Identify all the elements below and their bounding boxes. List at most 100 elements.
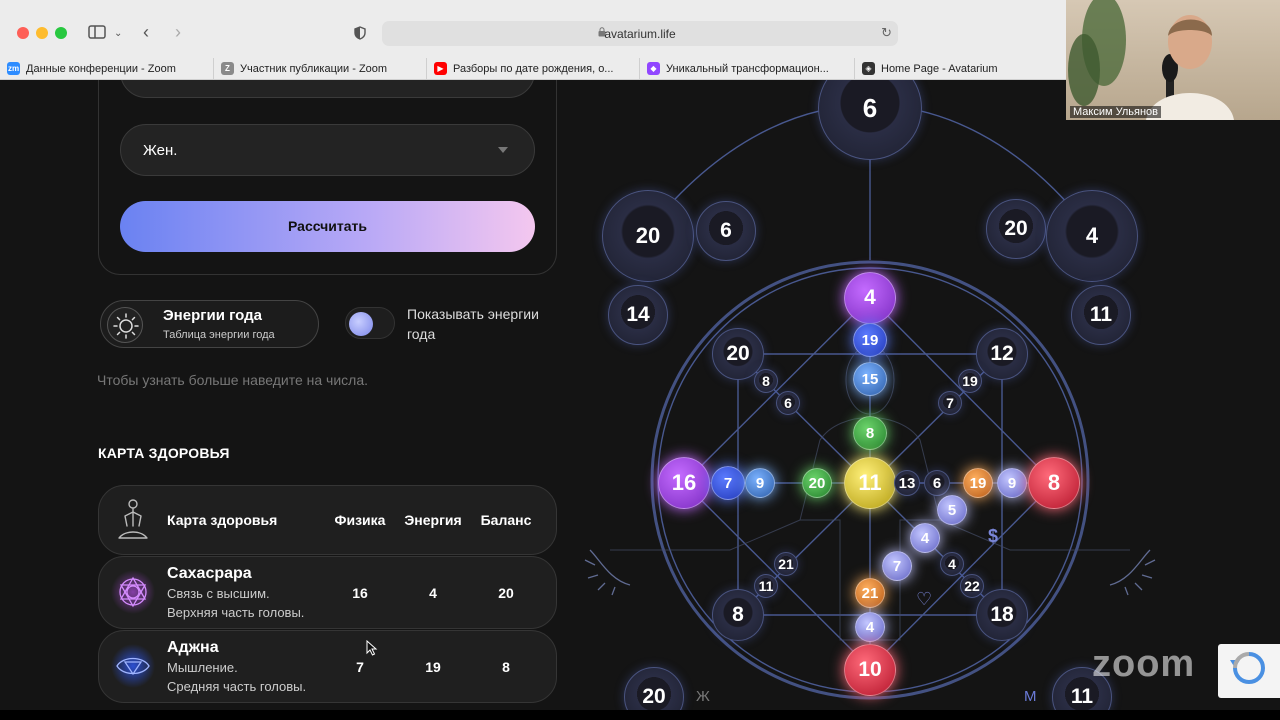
matrix-number-node[interactable]: 4 [855, 612, 885, 642]
health-row[interactable]: Сахасрара Связь с высшим. Верхняя часть … [98, 556, 557, 629]
matrix-number-node[interactable]: 18 [976, 589, 1028, 641]
youtube-icon: ▶ [434, 62, 447, 75]
mouse-cursor-icon [366, 640, 378, 656]
matrix-number-node[interactable]: 10 [844, 644, 896, 696]
node-value: 13 [898, 474, 916, 492]
matrix-number-node[interactable]: 20 [986, 199, 1046, 259]
matrix-number-node[interactable]: 13 [894, 470, 920, 496]
browser-chrome: ⌄ ‹ › avatarium.life ↻ zm Данные конфере… [0, 0, 1066, 80]
tab-youtube[interactable]: ▶ Разборы по дате рождения, о... [427, 58, 640, 80]
tab-twitch[interactable]: ◆ Уникальный трансформацион... [640, 58, 855, 80]
matrix-number-node[interactable]: 19 [958, 369, 982, 393]
matrix-number-node[interactable]: 21 [774, 552, 798, 576]
matrix-number-node[interactable]: 4 [1046, 190, 1138, 282]
node-value: 11 [858, 470, 882, 495]
node-value: 6 [862, 92, 878, 123]
node-value: 21 [861, 584, 879, 602]
node-value: 8 [732, 603, 744, 626]
webcam-tile[interactable]: Максим Ульянов [1066, 0, 1280, 120]
matrix-number-node[interactable]: 19 [963, 468, 993, 498]
matrix-number-node[interactable]: 8 [853, 416, 887, 450]
shield-icon[interactable] [354, 26, 366, 44]
node-value: 21 [778, 556, 794, 572]
chakra-location: Верхняя часть головы. [167, 605, 305, 620]
matrix-number-node[interactable]: 6 [924, 470, 950, 496]
chakra-name: Аджна [167, 639, 219, 656]
chakra-energy-value[interactable]: 19 [398, 659, 468, 675]
matrix-number-node[interactable]: 20 [602, 190, 694, 282]
show-energy-toggle[interactable] [345, 307, 395, 339]
matrix-number-node[interactable]: 4 [910, 523, 940, 553]
tab-zoom-participant[interactable]: Z Участник публикации - Zoom [214, 58, 427, 80]
chakra-name: Сахасрара [167, 565, 252, 582]
minimize-window-button[interactable] [36, 27, 48, 39]
health-col-physics: Физика [334, 512, 386, 528]
node-value: 7 [723, 474, 733, 492]
node-value: 9 [755, 474, 765, 492]
matrix-number-node[interactable]: 21 [855, 578, 885, 608]
matrix-number-node[interactable]: 15 [853, 362, 887, 396]
matrix-number-node[interactable]: 12 [976, 328, 1028, 380]
tab-zoom-conference[interactable]: zm Данные конференции - Zoom [0, 58, 214, 80]
matrix-number-node[interactable]: 11 [1071, 285, 1131, 345]
matrix-number-node[interactable]: 5 [937, 495, 967, 525]
tab-bar: zm Данные конференции - Zoom Z Участник … [0, 58, 1066, 80]
sahasrara-chakra-icon [111, 567, 155, 617]
matrix-number-node[interactable]: 7 [938, 391, 962, 415]
caret-down-icon [498, 147, 508, 153]
node-value: 11 [758, 578, 774, 594]
health-map-heading: КАРТА ЗДОРОВЬЯ [98, 445, 230, 461]
node-value: 19 [969, 474, 987, 492]
chakra-balance-value[interactable]: 20 [471, 585, 541, 601]
matrix-number-node[interactable]: 14 [608, 285, 668, 345]
address-bar[interactable]: avatarium.life ↻ [382, 21, 898, 46]
maximize-window-button[interactable] [55, 27, 67, 39]
matrix-number-node[interactable]: 22 [960, 574, 984, 598]
chakra-physics-value[interactable]: 7 [325, 659, 395, 675]
node-value: 8 [1047, 470, 1061, 495]
energy-of-year-chip[interactable]: Энергии года Таблица энергии года [100, 300, 319, 348]
matrix-number-node[interactable]: 9 [745, 468, 775, 498]
calculate-button[interactable]: Рассчитать [120, 201, 535, 252]
birthdate-field[interactable] [120, 80, 535, 98]
matrix-number-node[interactable]: 8 [1028, 457, 1080, 509]
matrix-number-node[interactable]: 20 [802, 468, 832, 498]
recaptcha-badge[interactable] [1218, 644, 1280, 698]
matrix-number-node[interactable]: 11 [754, 574, 778, 598]
matrix-number-node[interactable]: 6 [776, 391, 800, 415]
matrix-number-node[interactable]: 8 [754, 369, 778, 393]
chakra-balance-value[interactable]: 8 [471, 659, 541, 675]
close-window-button[interactable] [17, 27, 29, 39]
matrix-number-node[interactable]: 4 [844, 272, 896, 324]
zoom-watermark: zoom [1092, 643, 1196, 685]
forward-icon[interactable]: › [175, 23, 181, 41]
gender-select[interactable]: Жен. [120, 124, 535, 176]
health-row[interactable]: Аджна Мышление. Средняя часть головы. 7 … [98, 630, 557, 703]
matrix-number-node[interactable]: 11 [844, 457, 896, 509]
health-col-energy: Энергия [404, 512, 462, 528]
money-label: $ [988, 526, 999, 546]
chakra-desc: Связь с высшим. [167, 586, 270, 601]
matrix-number-node[interactable]: 7 [711, 466, 745, 500]
hover-hint: Чтобы узнать больше наведите на числа. [97, 372, 368, 388]
matrix-number-node[interactable]: 19 [853, 323, 887, 357]
back-icon[interactable]: ‹ [143, 23, 149, 41]
chevron-down-icon[interactable]: ⌄ [114, 26, 122, 42]
matrix-number-node[interactable]: 7 [882, 551, 912, 581]
chakra-energy-value[interactable]: 4 [398, 585, 468, 601]
matrix-number-node[interactable]: 6 [696, 201, 756, 261]
matrix-number-node[interactable]: 8 [712, 589, 764, 641]
reload-icon[interactable]: ↻ [881, 25, 892, 41]
tab-avatarium-home[interactable]: ◈ Home Page - Avatarium [855, 58, 1066, 80]
male-line-label: М [1024, 688, 1037, 705]
node-value: 18 [990, 603, 1014, 626]
matrix-number-node[interactable]: 16 [658, 457, 710, 509]
node-value: 22 [964, 578, 980, 594]
sidebar-toggle-icon[interactable] [88, 25, 106, 43]
zoom-icon: zm [7, 62, 20, 75]
matrix-number-node[interactable]: 4 [940, 552, 964, 576]
matrix-number-node[interactable]: 9 [997, 468, 1027, 498]
diagram-lines [584, 104, 1156, 700]
chakra-physics-value[interactable]: 16 [325, 585, 395, 601]
tab-label: Разборы по дате рождения, о... [453, 63, 614, 75]
